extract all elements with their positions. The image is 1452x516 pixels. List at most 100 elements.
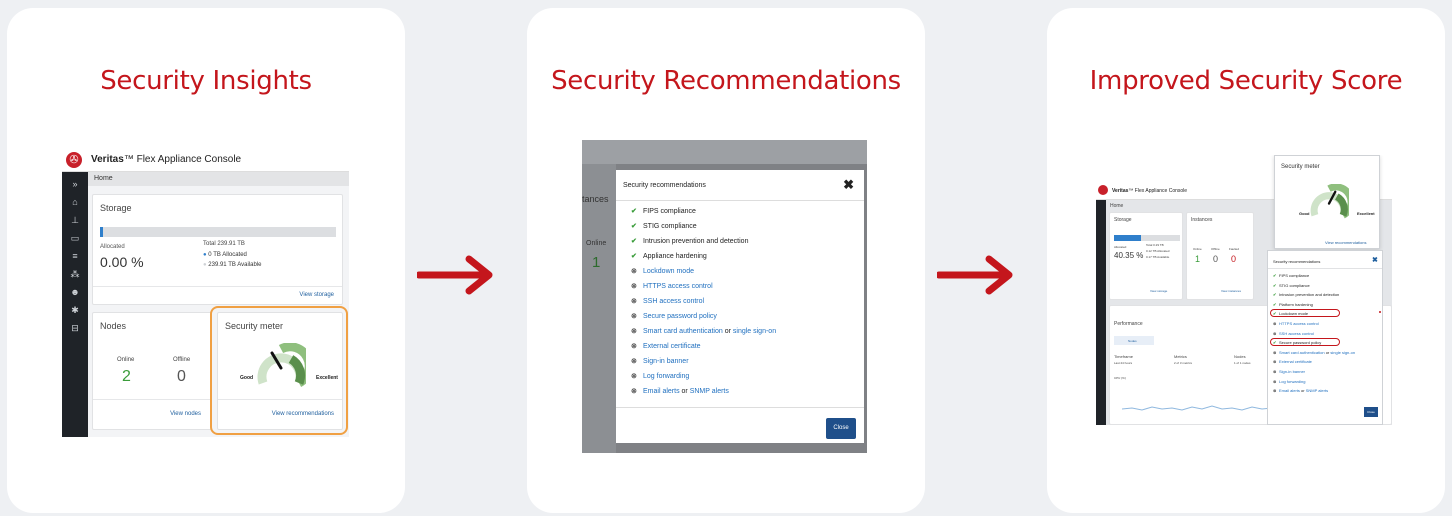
recommendation-label[interactable]: Log forwarding: [643, 373, 689, 380]
card-title: Improved Security Score: [1089, 66, 1403, 96]
topology-icon[interactable]: ⊥: [69, 214, 81, 226]
view-instances-link[interactable]: View instances: [1221, 289, 1241, 293]
recommendation-item[interactable]: ⊗ Email alerts or SNMP alerts: [1273, 388, 1328, 393]
recommendation-item[interactable]: ⊗ Log forwarding: [631, 372, 689, 382]
view-storage-link[interactable]: View storage: [299, 292, 334, 298]
recommendation-item[interactable]: ⊗ Email alerts or SNMP alerts: [631, 387, 729, 397]
recommendation-label: Intrusion prevention and detection: [643, 238, 749, 245]
card-title: Security Recommendations: [551, 66, 901, 96]
expand-icon[interactable]: »: [69, 178, 81, 190]
recommendation-item[interactable]: ⊗ Sign-in banner: [1273, 369, 1305, 374]
security-gauge-icon: [1310, 184, 1349, 219]
share-icon[interactable]: ⁂: [69, 268, 81, 280]
recommendation-item[interactable]: ⊗ HTTPS access control: [631, 282, 713, 292]
archive-icon[interactable]: ⊟: [69, 322, 81, 334]
instances-panel: Instances Online Offline Faulted 1 0 0 V…: [1186, 212, 1254, 300]
recommendation-label[interactable]: Email alerts: [1279, 388, 1300, 393]
recommendation-item[interactable]: ⊗ External certificate: [631, 342, 701, 352]
recommendation-item[interactable]: ⊗ HTTPS access control: [1273, 321, 1319, 326]
highlight-oval: [1270, 338, 1340, 347]
cpu-sparkline: [1122, 405, 1272, 411]
recommendation-label[interactable]: single sign-on: [733, 328, 776, 335]
card-title: Security Insights: [100, 66, 312, 96]
console-header: ✇ Veritas™ Flex Appliance Console: [62, 148, 349, 172]
nodes-select[interactable]: 1 of 1 nodes: [1234, 361, 1251, 365]
nodes-title: Nodes: [100, 321, 127, 331]
recommendation-label[interactable]: Sign-in banner: [1279, 369, 1305, 374]
recommendation-label[interactable]: External certificate: [643, 343, 701, 350]
storage-usage-fill: [1114, 235, 1141, 241]
cross-circle-icon: ⊗: [631, 388, 637, 395]
recommendation-label[interactable]: SNMP alerts: [690, 388, 729, 395]
recommendation-joiner: or: [679, 388, 690, 395]
recommendation-label[interactable]: SNMP alerts: [1306, 388, 1328, 393]
recommendation-item[interactable]: ⊗ Secure password policy: [631, 312, 717, 322]
recommendation-label[interactable]: Log forwarding: [1279, 379, 1305, 384]
recommendation-item[interactable]: ⊗ Smart card authentication or single sig…: [631, 327, 776, 337]
recommendation-label[interactable]: Lockdown mode: [643, 268, 694, 275]
recommendation-label[interactable]: HTTPS access control: [1279, 321, 1319, 326]
recommendation-label: FIPS compliance: [643, 208, 696, 215]
recommendation-item[interactable]: ⊗ SSH access control: [631, 297, 704, 307]
arrow-right-icon: [417, 255, 493, 295]
metrics-select[interactable]: 2 of 3 metrics: [1174, 361, 1192, 365]
veritas-logo-icon: [1098, 185, 1108, 195]
veritas-logo-icon: ✇: [66, 152, 82, 168]
users-icon[interactable]: ☻: [69, 286, 81, 298]
recommendation-item[interactable]: ⊗ Sign-in banner: [631, 357, 689, 367]
recommendation-label[interactable]: SSH access control: [1279, 331, 1314, 336]
recommendation-label[interactable]: Email alerts: [643, 388, 680, 395]
view-storage-link[interactable]: View storage: [1150, 289, 1167, 293]
background-online-value: 1: [592, 254, 601, 271]
recommendation-item: ✔ STIG compliance: [1273, 283, 1310, 288]
nodes-panel: Nodes Online 2 Offline 0 View nodes: [92, 312, 212, 430]
legend-allocated: ● 0 TB Allocated: [203, 252, 247, 258]
allocated-value: 0.00 %: [100, 254, 144, 270]
console-brand: Veritas™ Flex Appliance Console: [1112, 188, 1188, 194]
allocated-value: 40.35 %: [1114, 251, 1144, 260]
recommendation-item: ✔ FIPS compliance: [1273, 273, 1309, 278]
dialog-title: Security recommendations: [623, 182, 706, 189]
cross-circle-icon: ⊗: [631, 343, 637, 350]
close-button[interactable]: Close: [1364, 407, 1378, 417]
close-button[interactable]: Close: [826, 418, 856, 439]
recommendation-item[interactable]: ⊗ SSH access control: [1273, 331, 1314, 336]
checkmark-icon: ✔: [631, 238, 637, 245]
close-icon[interactable]: ✖: [843, 177, 854, 193]
recommendation-label[interactable]: HTTPS access control: [643, 283, 713, 290]
settings-icon[interactable]: ✱: [69, 304, 81, 316]
online-value: 2: [122, 368, 131, 385]
recommendation-item[interactable]: ⊗ External certificate: [1273, 359, 1312, 364]
recommendation-item[interactable]: ⊗ Smart card authentication or single sig…: [1273, 350, 1355, 355]
background-page: Instances Online 1: [582, 164, 616, 453]
recommendation-label[interactable]: Smart card authentication: [643, 328, 723, 335]
breadcrumb[interactable]: Home: [1110, 203, 1123, 209]
home-icon[interactable]: ⌂: [69, 196, 81, 208]
storage-usage-bar: [1114, 235, 1180, 241]
cross-circle-icon: ⊗: [631, 373, 637, 380]
highlight-oval: [1270, 309, 1340, 318]
close-icon[interactable]: ✖: [1372, 256, 1378, 264]
recommendation-label[interactable]: Secure password policy: [643, 313, 717, 320]
recommendation-label: STIG compliance: [1279, 282, 1310, 288]
view-nodes-link[interactable]: View nodes: [170, 411, 201, 417]
recommendation-joiner: or: [722, 328, 733, 335]
recommendation-item[interactable]: ⊗ Log forwarding: [1273, 379, 1305, 384]
arrow-right-icon: [937, 255, 1013, 295]
view-recommendations-link[interactable]: View recommendations: [1325, 240, 1367, 245]
monitor-icon[interactable]: ▭: [69, 232, 81, 244]
storage-icon[interactable]: ≡: [69, 250, 81, 262]
recommendation-label[interactable]: External certificate: [1279, 359, 1312, 364]
tab-nodes[interactable]: Nodes: [1114, 336, 1154, 345]
recommendation-item[interactable]: ⊗ Lockdown mode: [631, 267, 694, 277]
recommendation-label[interactable]: single sign-on: [1330, 350, 1355, 355]
recommendation-label[interactable]: Sign-in banner: [643, 358, 689, 365]
recommendation-label[interactable]: SSH access control: [643, 298, 704, 305]
improved-score-screenshot: Veritas™ Flex Appliance Console Home Sto…: [1096, 155, 1392, 425]
online-label: Online: [117, 357, 135, 363]
timeframe-select[interactable]: Last 24 hours: [1114, 361, 1132, 365]
breadcrumb[interactable]: Home: [88, 172, 349, 186]
recommendation-label[interactable]: Smart card authentication: [1279, 350, 1325, 355]
security-meter-highlight: [210, 306, 348, 435]
cross-circle-icon: ⊗: [631, 313, 637, 320]
